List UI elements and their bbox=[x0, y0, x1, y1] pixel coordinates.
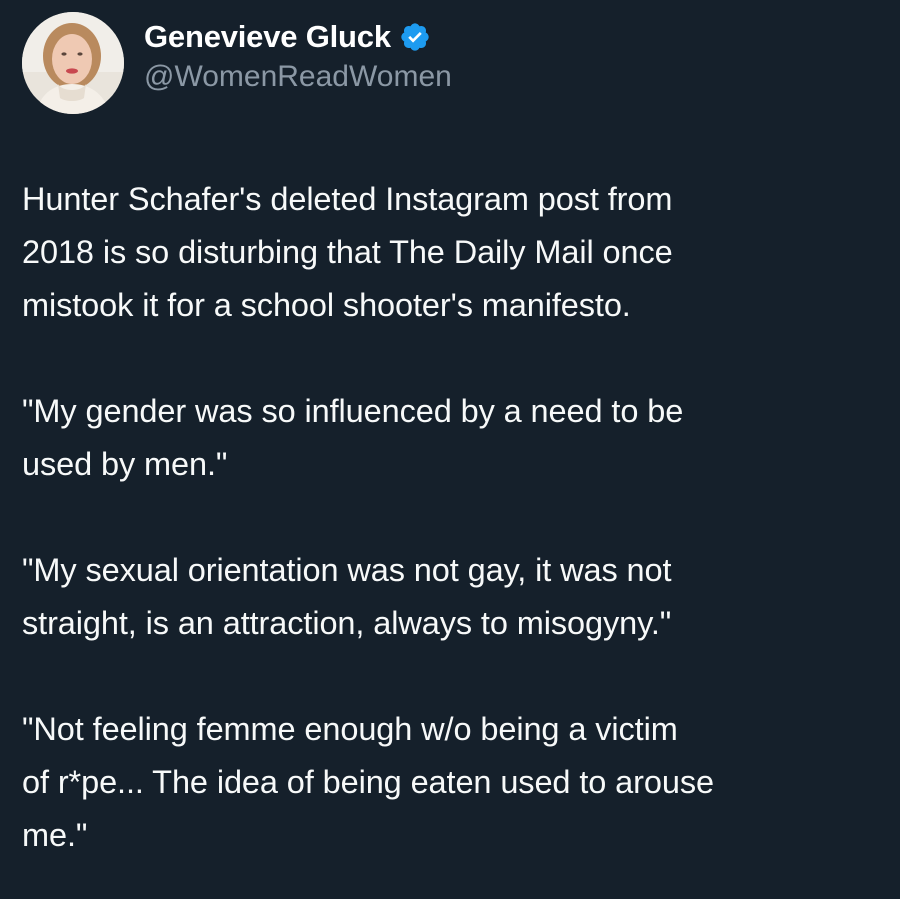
tweet-paragraph: Hunter Schafer's deleted Instagram post … bbox=[22, 181, 673, 323]
verified-badge-icon[interactable] bbox=[399, 21, 431, 53]
author-info: Genevieve Gluck @WomenReadWomen bbox=[144, 17, 452, 97]
avatar[interactable] bbox=[22, 12, 124, 114]
tweet-header: Genevieve Gluck @WomenReadWomen bbox=[22, 12, 452, 114]
user-handle[interactable]: @WomenReadWomen bbox=[144, 57, 452, 97]
display-name[interactable]: Genevieve Gluck bbox=[144, 17, 391, 57]
tweet-paragraph: "Not feeling femme enough w/o being a vi… bbox=[22, 711, 714, 853]
tweet-card: Genevieve Gluck @WomenReadWomen Hunter S… bbox=[0, 0, 900, 899]
tweet-paragraph: "My gender was so influenced by a need t… bbox=[22, 393, 684, 482]
profile-photo-icon bbox=[22, 12, 124, 114]
name-row: Genevieve Gluck bbox=[144, 17, 452, 57]
tweet-text: Hunter Schafer's deleted Instagram post … bbox=[22, 173, 882, 862]
tweet-paragraph: "My sexual orientation was not gay, it w… bbox=[22, 552, 672, 641]
